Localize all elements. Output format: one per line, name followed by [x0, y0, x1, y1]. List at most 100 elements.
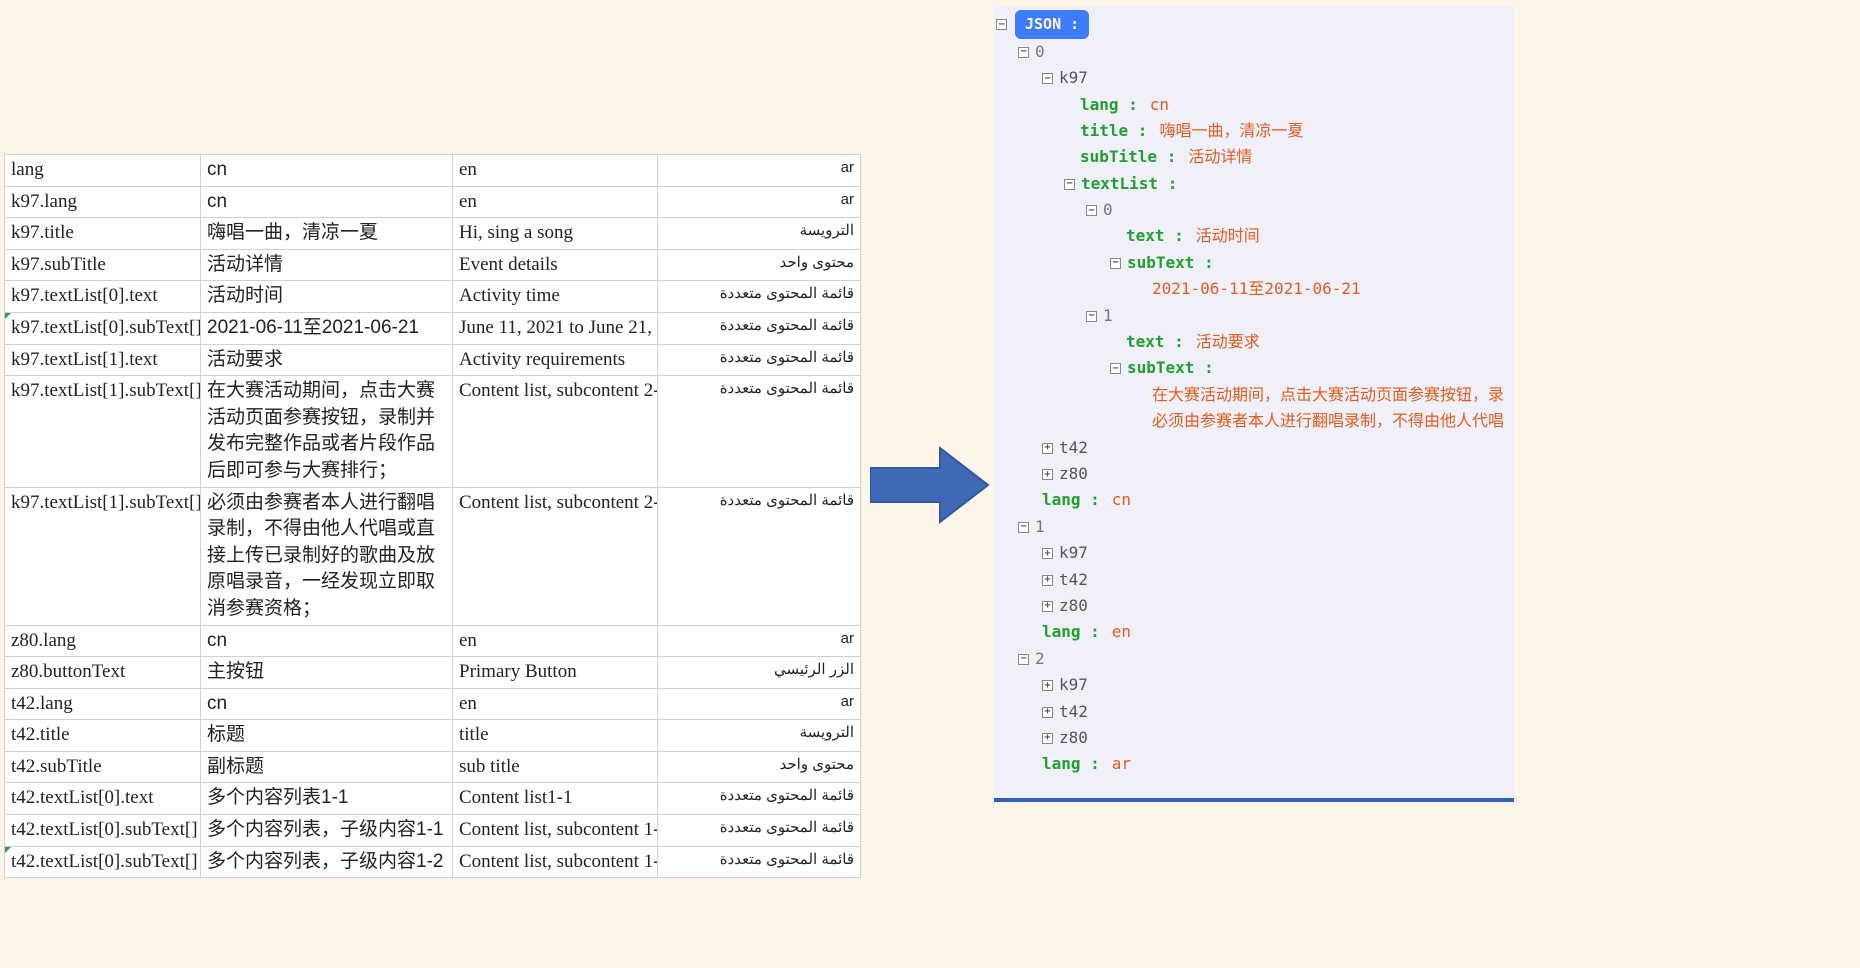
table-row: t42.title标题titleالترويسة	[5, 720, 861, 752]
json-key: subText :	[1127, 253, 1214, 272]
json-key: subTitle	[1080, 147, 1157, 166]
value-cell: 标题	[201, 720, 453, 752]
value-cell: en	[453, 688, 658, 720]
collapse-icon[interactable]: −	[1110, 363, 1121, 374]
value-cell: 多个内容列表，子级内容1-1	[201, 815, 453, 847]
tree-array-index: −1	[994, 303, 1514, 329]
json-value: 在大赛活动期间，点击大赛活动页面参赛按钮，录	[1152, 385, 1504, 404]
value-cell: ar	[658, 186, 861, 218]
collapse-icon[interactable]: −	[1064, 179, 1075, 190]
key-cell: t42.title	[5, 720, 201, 752]
value-cell: Content list, subcontent 2-1	[453, 376, 658, 487]
json-value: cn	[1150, 95, 1169, 114]
collapse-icon[interactable]: −	[1018, 47, 1029, 58]
value-cell: 活动时间	[201, 281, 453, 313]
expand-icon[interactable]: +	[1042, 601, 1053, 612]
table-row: t42.textList[0].text多个内容列表1-1Content lis…	[5, 783, 861, 815]
tree-leaf: text :活动时间	[994, 223, 1514, 249]
value-cell: محتوى واحد	[658, 249, 861, 281]
value-cell: ar	[658, 155, 861, 187]
collapse-icon[interactable]: −	[1110, 258, 1121, 269]
json-key: lang	[1080, 95, 1119, 114]
value-cell: قائمة المحتوى متعددة	[658, 815, 861, 847]
value-cell: 嗨唱一曲，清凉一夏	[201, 218, 453, 250]
value-cell: 副标题	[201, 751, 453, 783]
expand-icon[interactable]: +	[1042, 707, 1053, 718]
collapse-icon[interactable]: −	[1018, 654, 1029, 665]
tree-leaf: subTitle :活动详情	[994, 144, 1514, 170]
collapse-icon[interactable]: −	[1042, 73, 1053, 84]
json-value: 必须由参赛者本人进行翻唱录制，不得由他人代唱	[1152, 411, 1504, 430]
expand-icon[interactable]: +	[1042, 575, 1053, 586]
tree-array-index: −0	[994, 39, 1514, 65]
value-cell: 2021-06-11至2021-06-21	[201, 312, 453, 344]
value-cell: 多个内容列表，子级内容1-2	[201, 846, 453, 878]
json-tree-panel: −JSON :−0−k97lang :cntitle :嗨唱一曲，清凉一夏sub…	[994, 6, 1514, 800]
collapse-icon[interactable]: −	[996, 19, 1007, 30]
object-label: t42	[1059, 438, 1088, 457]
json-key: subText :	[1127, 358, 1214, 377]
tree-subtext-value: 2021-06-11至2021-06-21	[994, 276, 1514, 302]
expand-icon[interactable]: +	[1042, 443, 1053, 454]
json-key: text	[1126, 226, 1165, 245]
value-cell: 在大赛活动期间，点击大赛活动页面参赛按钮，录制并发布完整作品或者片段作品后即可参…	[201, 376, 453, 487]
value-cell: Content list, subcontent 1-1	[453, 815, 658, 847]
value-cell: sub title	[453, 751, 658, 783]
key-cell: k97.title	[5, 218, 201, 250]
json-badge: JSON :	[1015, 10, 1089, 39]
object-label: z80	[1059, 728, 1088, 747]
key-cell: k97.textList[0].subText[]	[5, 312, 201, 344]
key-cell: t42.textList[0].subText[]	[5, 815, 201, 847]
expand-icon[interactable]: +	[1042, 680, 1053, 691]
tree-array-index: −0	[994, 197, 1514, 223]
key-cell: t42.lang	[5, 688, 201, 720]
index-label: 2	[1035, 649, 1045, 668]
key-cell: t42.subTitle	[5, 751, 201, 783]
json-value: 活动详情	[1188, 147, 1252, 166]
key-cell: k97.textList[1].subText[]	[5, 376, 201, 487]
tree-array-index: −1	[994, 514, 1514, 540]
json-key: text	[1126, 332, 1165, 351]
value-cell: قائمة المحتوى متعددة	[658, 344, 861, 376]
value-cell: Activity requirements	[453, 344, 658, 376]
value-cell: قائمة المحتوى متعددة	[658, 312, 861, 344]
expand-icon[interactable]: +	[1042, 469, 1053, 480]
value-cell: Activity time	[453, 281, 658, 313]
object-label: t42	[1059, 570, 1088, 589]
value-cell: 活动详情	[201, 249, 453, 281]
value-cell: Primary Button	[453, 657, 658, 689]
key-cell: lang	[5, 155, 201, 187]
json-value: en	[1112, 622, 1131, 641]
tree-object-node: −k97	[994, 65, 1514, 91]
panel-divider	[994, 798, 1514, 802]
table-row: z80.buttonText主按钮Primary Buttonالزر الرئ…	[5, 657, 861, 689]
value-cell: الترويسة	[658, 218, 861, 250]
json-value: 嗨唱一曲，清凉一夏	[1159, 121, 1303, 140]
table-row: t42.textList[0].subText[]多个内容列表，子级内容1-2C…	[5, 846, 861, 878]
table-row: t42.subTitle副标题sub titleمحتوى واحد	[5, 751, 861, 783]
json-value: 活动时间	[1196, 226, 1260, 245]
value-cell: قائمة المحتوى متعددة	[658, 846, 861, 878]
collapse-icon[interactable]: −	[1018, 522, 1029, 533]
json-value: ar	[1112, 754, 1131, 773]
collapse-icon[interactable]: −	[1086, 311, 1097, 322]
value-cell: Content list, subcontent 1-2	[453, 846, 658, 878]
expand-icon[interactable]: +	[1042, 733, 1053, 744]
key-cell: z80.lang	[5, 625, 201, 657]
table-row: k97.title嗨唱一曲，清凉一夏Hi, sing a songالترويس…	[5, 218, 861, 250]
tree-leaf: title :嗨唱一曲，清凉一夏	[994, 118, 1514, 144]
table-row: k97.subTitle活动详情Event detailsمحتوى واحد	[5, 249, 861, 281]
value-cell: قائمة المحتوى متعددة	[658, 487, 861, 625]
value-cell: قائمة المحتوى متعددة	[658, 783, 861, 815]
expand-icon[interactable]: +	[1042, 548, 1053, 559]
value-cell: cn	[201, 155, 453, 187]
collapse-icon[interactable]: −	[1086, 205, 1097, 216]
tree-object-node: +k97	[994, 540, 1514, 566]
tree-array-index: −2	[994, 646, 1514, 672]
json-value: 2021-06-11至2021-06-21	[1152, 279, 1361, 298]
tree-object-node: + z80	[994, 725, 1514, 751]
key-cell: k97.textList[0].text	[5, 281, 201, 313]
table-row: k97.textList[0].text活动时间Activity timeقائ…	[5, 281, 861, 313]
json-key: lang	[1042, 754, 1081, 773]
json-key: textList :	[1081, 174, 1177, 193]
